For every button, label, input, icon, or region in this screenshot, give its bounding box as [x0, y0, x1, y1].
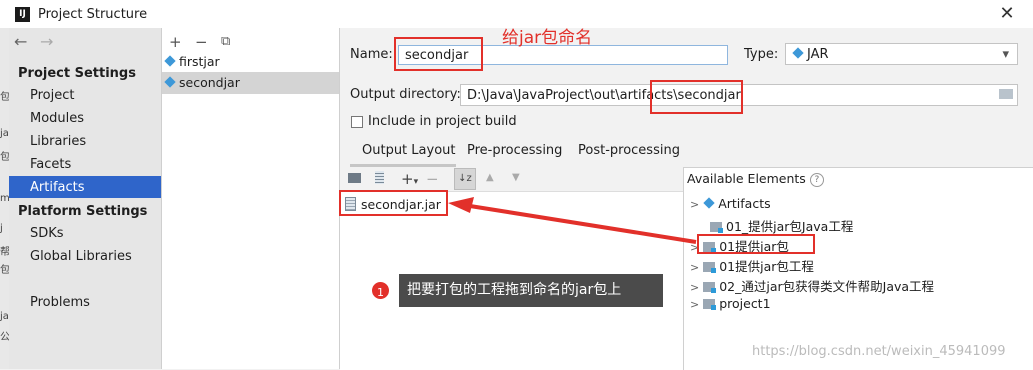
sidebar-item-artifacts[interactable]: Artifacts: [30, 180, 85, 195]
annotation-rename-note: 给jar包命名: [502, 28, 593, 48]
create-archive-icon[interactable]: [375, 171, 384, 184]
sidebar-item-libraries[interactable]: Libraries: [30, 134, 86, 149]
strip-char: j: [0, 223, 3, 234]
sidebar-item-project[interactable]: Project: [30, 88, 74, 103]
watermark: https://blog.csdn.net/weixin_45941099: [752, 344, 1006, 359]
artifact-label: firstjar: [179, 54, 220, 69]
name-label: Name:: [350, 47, 393, 62]
intellij-app-icon: IJ: [15, 7, 30, 22]
include-in-build-label: Include in project build: [368, 114, 517, 129]
type-value: JAR: [807, 47, 829, 62]
forward-arrow-icon[interactable]: →: [40, 32, 53, 51]
expand-arrow-icon[interactable]: >: [690, 298, 699, 311]
available-item-label: project1: [719, 296, 771, 311]
module-folder-icon: [703, 299, 717, 310]
artifact-icon: [164, 55, 176, 67]
add-icon[interactable]: +: [169, 33, 182, 51]
drag-arrow: [448, 197, 697, 244]
module-folder-icon: [703, 282, 717, 293]
callout-number-badge: 1: [370, 280, 391, 301]
type-label: Type:: [744, 47, 779, 62]
drag-arrow-head: [448, 197, 474, 213]
strip-char: ja: [0, 311, 9, 322]
chevron-down-icon: ▾: [1002, 47, 1009, 62]
artifact-icon: [164, 76, 176, 88]
close-icon[interactable]: ✕: [997, 3, 1017, 24]
remove-icon[interactable]: −: [195, 33, 208, 51]
available-item-module[interactable]: > 01提供jar包工程: [690, 256, 814, 275]
annotation-box-jar: [339, 190, 448, 216]
help-icon[interactable]: ?: [809, 173, 824, 187]
module-folder-icon: [703, 262, 717, 273]
sidebar-item-global-libraries[interactable]: Global Libraries: [30, 249, 132, 264]
annotation-box-module: [697, 234, 815, 254]
available-item-label: 02_通过jar包获得类文件帮助Java工程: [719, 279, 935, 294]
remove-element-icon[interactable]: −: [426, 170, 439, 188]
available-elements-header: Available Elements?: [687, 171, 824, 187]
sidebar-item-sdks[interactable]: SDKs: [30, 226, 64, 241]
annotation-box-output: [650, 80, 743, 114]
strip-char: 包: [0, 152, 9, 163]
include-in-build-checkbox[interactable]: [351, 116, 363, 128]
platform-settings-header: Platform Settings: [18, 204, 148, 219]
back-arrow-icon[interactable]: ←: [14, 32, 27, 51]
available-elements-title: Available Elements: [687, 171, 806, 186]
output-directory-label: Output directory:: [350, 87, 461, 102]
available-item-module[interactable]: 01_提供jar包Java工程: [710, 216, 853, 235]
available-item-label: 01_提供jar包Java工程: [726, 219, 854, 234]
strip-char: 包: [0, 92, 9, 103]
copy-icon[interactable]: ⧉: [221, 34, 230, 49]
sidebar-item-facets[interactable]: Facets: [30, 157, 71, 172]
tab-post-processing[interactable]: Post-processing: [578, 143, 680, 158]
available-item-module[interactable]: > 02_通过jar包获得类文件帮助Java工程: [690, 276, 934, 295]
callout-instruction: 把要打包的工程拖到命名的jar包上: [399, 274, 663, 307]
available-item-module[interactable]: > project1: [690, 296, 771, 311]
background-window-strip: w 包 ja 包 m j 帮 包 ja 公: [0, 28, 9, 369]
annotation-box-name: [394, 37, 483, 71]
create-directory-icon[interactable]: [348, 173, 361, 183]
move-down-icon[interactable]: ▼: [512, 172, 520, 183]
artifact-label: secondjar: [179, 75, 240, 90]
sort-elements-icon[interactable]: ↓z: [454, 168, 476, 190]
project-settings-header: Project Settings: [18, 66, 136, 81]
artifact-item-secondjar[interactable]: secondjar: [164, 75, 240, 90]
sidebar-item-problems[interactable]: Problems: [30, 295, 90, 310]
available-item-label: Artifacts: [718, 196, 771, 211]
drag-arrow-shaft: [469, 204, 697, 244]
add-copy-icon[interactable]: +▾: [401, 170, 418, 188]
strip-char: ja: [0, 128, 9, 139]
strip-char: 公: [0, 332, 9, 343]
sidebar-item-modules[interactable]: Modules: [30, 111, 84, 126]
tab-output-layout[interactable]: Output Layout: [362, 143, 455, 158]
move-up-icon[interactable]: ▲: [486, 172, 494, 183]
available-item-label: 01提供jar包工程: [719, 259, 814, 274]
strip-char: 帮: [0, 247, 9, 258]
type-select[interactable]: JAR ▾: [785, 43, 1018, 65]
jar-type-icon: [792, 47, 804, 59]
expand-arrow-icon[interactable]: >: [690, 281, 699, 294]
strip-char: 包: [0, 265, 9, 276]
window-title: Project Structure: [38, 7, 148, 22]
tab-pre-processing[interactable]: Pre-processing: [467, 143, 562, 158]
module-folder-icon: [710, 222, 723, 233]
artifact-item-firstjar[interactable]: firstjar: [164, 54, 220, 69]
folder-browse-icon[interactable]: [999, 89, 1013, 99]
strip-char: m: [0, 193, 9, 204]
expand-arrow-icon[interactable]: >: [690, 261, 699, 274]
